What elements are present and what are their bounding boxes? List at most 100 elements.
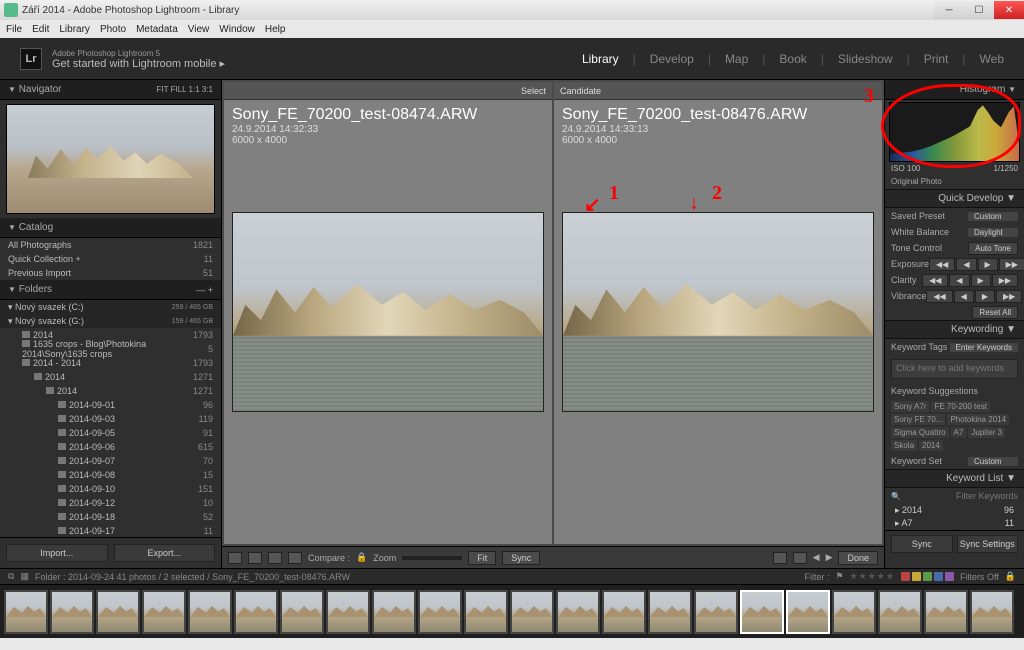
keyword-suggestion[interactable]: A7 [951, 427, 967, 438]
filmstrip-thumb[interactable] [694, 590, 738, 634]
sync-metadata-button[interactable]: Sync [891, 535, 953, 553]
next-icon[interactable]: ▶ [826, 552, 833, 563]
select-tab-label[interactable]: Select [521, 86, 546, 96]
folder-item[interactable]: 1635 crops - Blog\Photokina 2014\Sony\16… [0, 342, 221, 356]
filmstrip-thumb[interactable] [50, 590, 94, 634]
catalog-header[interactable]: ▼ Catalog [0, 218, 221, 238]
module-map[interactable]: Map [725, 52, 748, 66]
navigator-header[interactable]: ▼ Navigator FIT FILL 1:1 3:1 [0, 80, 221, 100]
grid-view-icon[interactable] [228, 552, 242, 564]
sync-button[interactable]: Sync [502, 551, 540, 565]
module-web[interactable]: Web [980, 52, 1004, 66]
keyword-list-item[interactable]: ▸ A711 [885, 517, 1024, 530]
filmstrip-thumb[interactable] [878, 590, 922, 634]
sync-settings-button[interactable]: Sync Settings [957, 535, 1019, 553]
filmstrip-thumb[interactable] [142, 590, 186, 634]
filmstrip-thumb[interactable] [602, 590, 646, 634]
filmstrip-thumb[interactable] [786, 590, 830, 634]
menu-file[interactable]: File [6, 24, 22, 35]
keyword-tags-mode[interactable]: Enter Keywords [950, 343, 1018, 352]
select-image[interactable] [232, 212, 544, 412]
grid-icon[interactable]: ▦ [20, 571, 29, 582]
folder-item[interactable]: 2014-09-0770 [0, 454, 221, 468]
drive-header[interactable]: ▾ Nový svazek (C:)259 / 465 GB [0, 300, 221, 314]
catalog-item[interactable]: All Photographs1821 [0, 238, 221, 252]
keyword-suggestion[interactable]: Skola [891, 440, 917, 451]
minimize-button[interactable]: ─ [934, 1, 964, 19]
saved-preset-value[interactable]: Custom [968, 212, 1018, 221]
swap-icon[interactable] [773, 552, 787, 564]
filmstrip-thumb[interactable] [648, 590, 692, 634]
menu-help[interactable]: Help [265, 24, 286, 35]
keyword-input[interactable]: Click here to add keywords [891, 359, 1018, 379]
keyword-list-item[interactable]: ▸ 201496 [885, 504, 1024, 517]
identity-main[interactable]: Get started with Lightroom mobile ▸ [52, 59, 225, 70]
close-button[interactable]: ✕ [994, 1, 1024, 19]
filter-lock-icon[interactable]: 🔒 [1005, 571, 1016, 582]
filters-off-label[interactable]: Filters Off [960, 572, 999, 582]
folder-item[interactable]: 2014-09-0196 [0, 398, 221, 412]
lock-icon[interactable]: 🔒 [356, 552, 367, 563]
second-window-icon[interactable]: ⧉ [8, 571, 14, 582]
folder-item[interactable]: 20141271 [0, 370, 221, 384]
keyword-suggestion[interactable]: 2014 [919, 440, 943, 451]
folder-item[interactable]: 20141271 [0, 384, 221, 398]
folder-item[interactable]: 2014-09-1711 [0, 524, 221, 537]
filmstrip-thumb[interactable] [372, 590, 416, 634]
filmstrip-thumb[interactable] [970, 590, 1014, 634]
filmstrip-thumb[interactable] [4, 590, 48, 634]
menu-metadata[interactable]: Metadata [136, 24, 178, 35]
candidate-image[interactable] [562, 212, 874, 412]
filmstrip-thumb[interactable] [280, 590, 324, 634]
keyword-suggestion[interactable]: Photokina 2014 [947, 414, 1009, 425]
white-balance-value[interactable]: Daylight [968, 228, 1018, 237]
flag-filter-icon[interactable]: ⚑ [836, 571, 844, 582]
module-develop[interactable]: Develop [650, 52, 694, 66]
filmstrip-thumb[interactable] [188, 590, 232, 634]
filmstrip-thumb[interactable] [556, 590, 600, 634]
module-print[interactable]: Print [924, 52, 949, 66]
keyword-suggestion[interactable]: Sony A7r [891, 401, 929, 412]
folder-item[interactable]: 2014-09-03119 [0, 412, 221, 426]
folder-item[interactable]: 2014-09-1852 [0, 510, 221, 524]
fit-button[interactable]: Fit [468, 551, 496, 565]
filmstrip[interactable] [0, 584, 1024, 638]
done-button[interactable]: Done [838, 551, 878, 565]
keyword-suggestion[interactable]: Sony FE 70... [891, 414, 945, 425]
filmstrip-thumb[interactable] [326, 590, 370, 634]
maximize-button[interactable]: ☐ [964, 1, 994, 19]
keyword-suggestion[interactable]: Sigma Quattro [891, 427, 949, 438]
reset-all-button[interactable]: Reset All [972, 306, 1018, 319]
catalog-item[interactable]: Quick Collection +11 [0, 252, 221, 266]
filmstrip-thumb[interactable] [832, 590, 876, 634]
filmstrip-thumb[interactable] [234, 590, 278, 634]
star-filter[interactable]: ★★★★★ [850, 571, 895, 582]
folder-item[interactable]: 2014-09-0591 [0, 426, 221, 440]
filmstrip-thumb[interactable] [924, 590, 968, 634]
histogram-header[interactable]: Histogram ▼ [885, 80, 1024, 100]
keywording-header[interactable]: Keywording ▼ [885, 320, 1024, 339]
menu-library[interactable]: Library [59, 24, 90, 35]
module-slideshow[interactable]: Slideshow [838, 52, 893, 66]
folder-item[interactable]: 2014-09-06615 [0, 440, 221, 454]
module-book[interactable]: Book [779, 52, 806, 66]
module-library[interactable]: Library [582, 52, 619, 66]
histogram[interactable] [889, 102, 1020, 162]
menu-edit[interactable]: Edit [32, 24, 49, 35]
filmstrip-thumb[interactable] [464, 590, 508, 634]
menu-photo[interactable]: Photo [100, 24, 126, 35]
keywordlist-header[interactable]: Keyword List ▼ [885, 469, 1024, 488]
menu-window[interactable]: Window [219, 24, 255, 35]
filmstrip-thumb[interactable] [418, 590, 462, 634]
catalog-item[interactable]: Previous Import51 [0, 266, 221, 280]
quickdevelop-header[interactable]: Quick Develop ▼ [885, 189, 1024, 208]
folders-header[interactable]: ▼ Folders — + [0, 280, 221, 300]
folder-item[interactable]: 2014-09-10151 [0, 482, 221, 496]
filmstrip-thumb[interactable] [510, 590, 554, 634]
keyword-suggestion[interactable]: Jupiter 3 [968, 427, 1005, 438]
import-button[interactable]: Import... [6, 544, 108, 562]
breadcrumb-path[interactable]: Folder : 2014-09-24 41 photos / 2 select… [35, 572, 350, 582]
auto-tone-button[interactable]: Auto Tone [968, 242, 1018, 255]
keyword-set-value[interactable]: Custom [968, 457, 1018, 466]
compare-view-icon[interactable] [268, 552, 282, 564]
